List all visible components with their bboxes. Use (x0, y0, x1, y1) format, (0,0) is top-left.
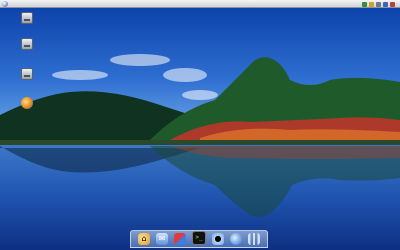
desktop-icon-drive-1[interactable] (13, 12, 41, 25)
update-icon[interactable] (390, 1, 395, 7)
desktop-icon-drive-3[interactable] (13, 68, 41, 81)
desktop-icon-browser[interactable] (13, 97, 41, 110)
bluetooth-icon[interactable] (383, 1, 388, 7)
hard-drive-icon (21, 38, 33, 50)
browser-icon (21, 97, 33, 109)
network-icon[interactable] (362, 1, 367, 7)
battery-icon[interactable] (376, 1, 381, 7)
hard-drive-icon (21, 68, 33, 80)
mail-icon[interactable]: ✉ (156, 233, 168, 245)
terminal-icon[interactable]: >_ (192, 231, 206, 245)
start-orb-icon[interactable] (2, 1, 8, 7)
hard-drive-icon (21, 12, 33, 24)
settings-icon[interactable] (248, 233, 260, 245)
desktop-icon-drive-2[interactable] (13, 38, 41, 51)
top-panel (0, 0, 400, 8)
chat-icon[interactable]: ● (212, 233, 224, 245)
home-icon[interactable]: ⌂ (138, 233, 150, 245)
volume-icon[interactable] (369, 1, 374, 7)
system-tray (362, 0, 398, 8)
desktop-wallpaper (0, 0, 400, 250)
globe-icon[interactable] (230, 233, 242, 245)
dock: ⌂ ✉ >_ ● (130, 230, 268, 248)
apps-icon[interactable] (174, 233, 186, 245)
